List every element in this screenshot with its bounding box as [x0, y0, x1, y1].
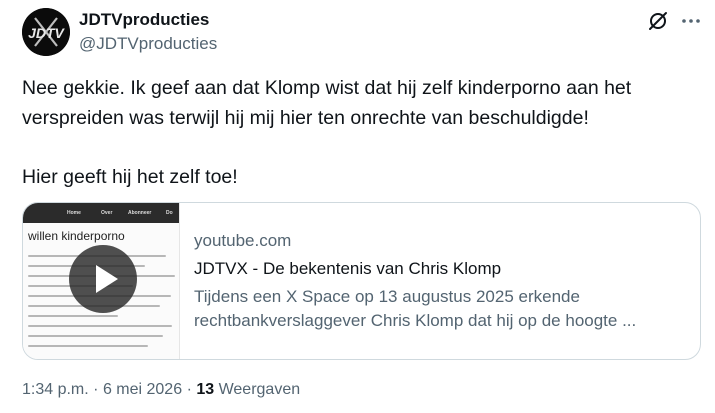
thumbnail-nav: Home Over Abonneer Do: [23, 203, 179, 223]
post-time[interactable]: 1:34 p.m.: [22, 381, 89, 398]
post-meta: 1:34 p.m. · 6 mei 2026 · 13 Weergaven: [22, 381, 300, 399]
play-icon[interactable]: [69, 245, 137, 313]
meta-separator: ·: [186, 381, 192, 398]
card-domain: youtube.com: [194, 231, 292, 250]
jdtv-logo-icon: JDTV: [22, 8, 70, 56]
card-title: JDTVX - De bekentenis van Chris Klomp: [194, 259, 502, 278]
grok-icon[interactable]: [647, 10, 669, 32]
avatar[interactable]: JDTV: [22, 8, 70, 56]
author-display-name[interactable]: JDTVproducties: [79, 10, 209, 30]
svg-text:JDTV: JDTV: [28, 25, 65, 41]
views-count: 13: [196, 381, 215, 398]
author-handle[interactable]: @JDTVproducties: [79, 34, 217, 54]
card-description: Tijdens een X Space op 13 augustus 2025 …: [194, 285, 684, 332]
thumbnail-nav-item: Do: [166, 210, 173, 216]
thumbnail-nav-item: Over: [101, 210, 113, 216]
card-description-line: rechtbankverslaggever Chris Klomp dat hi…: [194, 310, 637, 330]
thumbnail-nav-item: Home: [67, 210, 81, 216]
views-label: Weergaven: [218, 381, 301, 398]
thumbnail-nav-item: Abonneer: [128, 210, 152, 216]
meta-separator: ·: [93, 381, 99, 398]
thumbnail-title: willen kinderporno: [28, 229, 125, 243]
link-card[interactable]: Home Over Abonneer Do willen kinderporno…: [22, 202, 701, 360]
more-icon[interactable]: [680, 10, 702, 32]
video-thumbnail[interactable]: Home Over Abonneer Do willen kinderporno: [23, 203, 180, 359]
post-text: Nee gekkie. Ik geef aan dat Klomp wist d…: [22, 77, 632, 188]
post-date[interactable]: 6 mei 2026: [103, 381, 182, 398]
card-description-line: Tijdens een X Space op 13 augustus 2025 …: [194, 287, 580, 306]
